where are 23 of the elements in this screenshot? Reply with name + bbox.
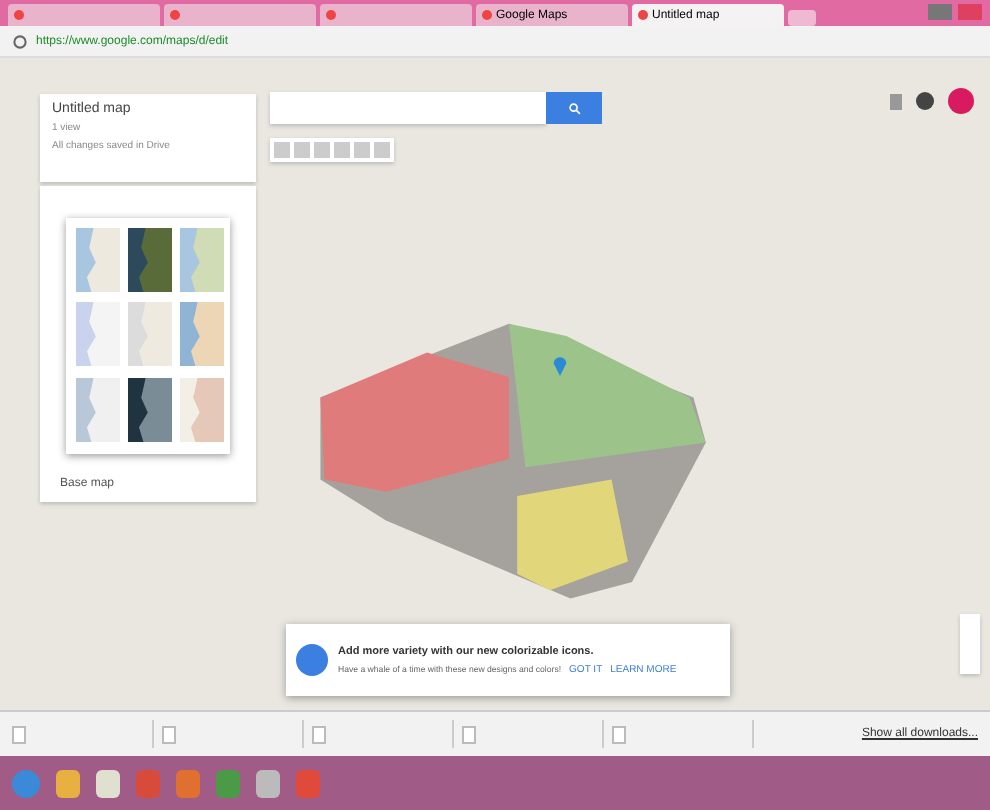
taskbar-app-icon[interactable]	[256, 769, 280, 797]
download-item[interactable]	[612, 720, 754, 748]
avatar-icon[interactable]	[948, 88, 974, 114]
download-item[interactable]	[462, 720, 604, 748]
start-button[interactable]	[12, 769, 40, 797]
reload-icon[interactable]	[12, 33, 28, 49]
minimize-button[interactable]	[928, 4, 952, 20]
search-button[interactable]	[546, 92, 602, 124]
download-item[interactable]	[312, 720, 454, 748]
new-tab-button[interactable]	[788, 10, 816, 26]
search-field[interactable]	[270, 92, 546, 124]
download-item[interactable]	[162, 720, 304, 748]
zoom-control[interactable]	[960, 614, 980, 674]
taskbar-app-icon[interactable]	[96, 769, 120, 797]
browser-tab[interactable]	[320, 4, 472, 26]
search-icon	[567, 101, 581, 115]
taskbar-app-icon[interactable]	[176, 769, 200, 797]
close-button[interactable]	[958, 4, 982, 20]
taskbar-app-icon[interactable]	[56, 769, 80, 797]
browser-tab[interactable]	[164, 4, 316, 26]
download-item[interactable]	[12, 720, 154, 748]
notification-icon[interactable]	[916, 92, 934, 110]
map-pin-icon[interactable]	[552, 354, 568, 376]
